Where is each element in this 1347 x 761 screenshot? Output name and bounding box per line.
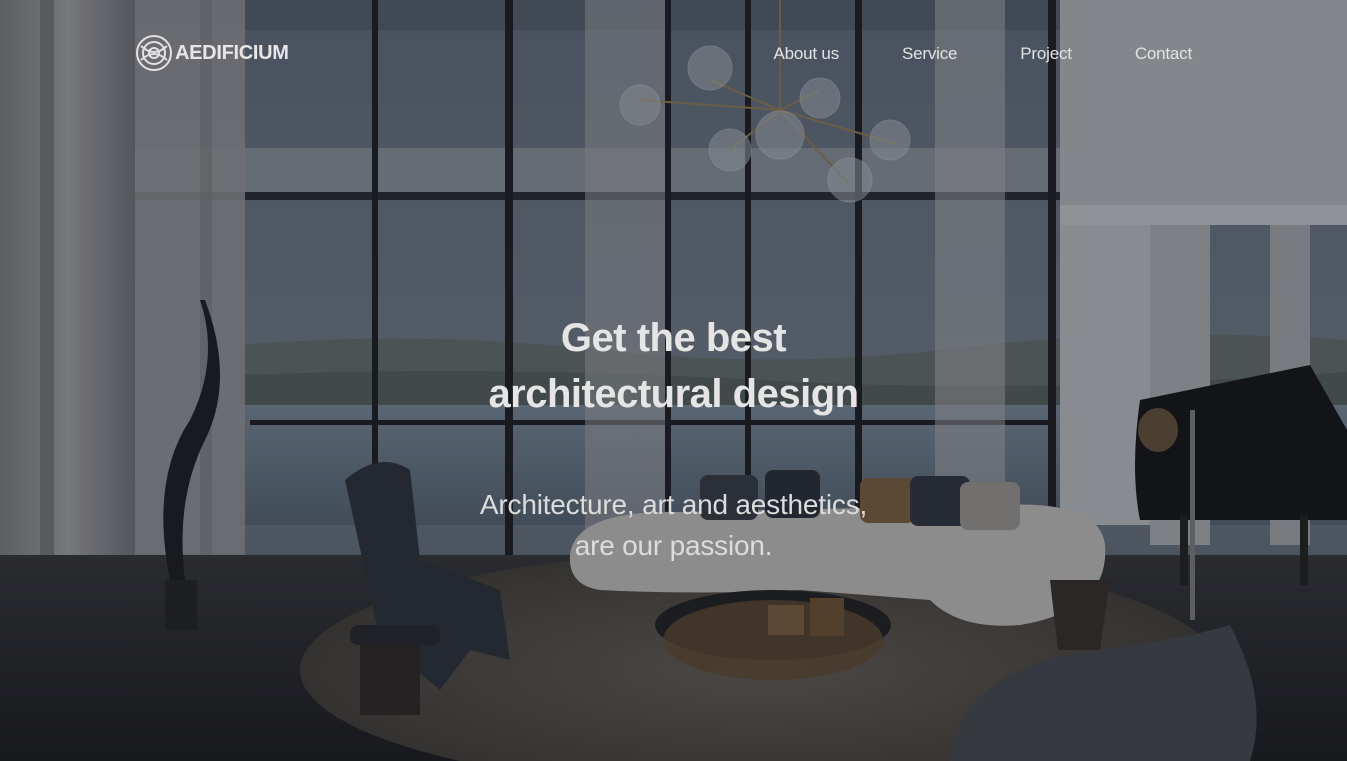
brand-logo[interactable]: AEDIFICIUM xyxy=(135,34,289,72)
hero-headline-line-1: Get the best xyxy=(560,316,787,360)
site-header: AEDIFICIUM About us Service Project Cont… xyxy=(0,0,1347,108)
hero-tagline: Architecture, art and aesthetics, are ou… xyxy=(0,484,1347,566)
hero-section: AEDIFICIUM About us Service Project Cont… xyxy=(0,0,1347,761)
hero-headline-line-2: architectural design xyxy=(488,372,859,416)
nav-link-about-us[interactable]: About us xyxy=(773,42,839,66)
nav-link-contact[interactable]: Contact xyxy=(1072,42,1192,66)
brand-name: AEDIFICIUM xyxy=(175,41,289,64)
main-navigation: About us Service Project Contact xyxy=(773,42,1192,66)
concentric-rings-logo-icon xyxy=(136,35,172,71)
hero-tagline-line-2: are our passion. xyxy=(574,530,773,561)
hero-headline: Get the best architectural design xyxy=(0,310,1347,422)
hero-tagline-line-1: Architecture, art and aesthetics, xyxy=(479,489,868,520)
nav-link-project[interactable]: Project xyxy=(957,42,1072,66)
nav-link-service[interactable]: Service xyxy=(839,42,957,66)
